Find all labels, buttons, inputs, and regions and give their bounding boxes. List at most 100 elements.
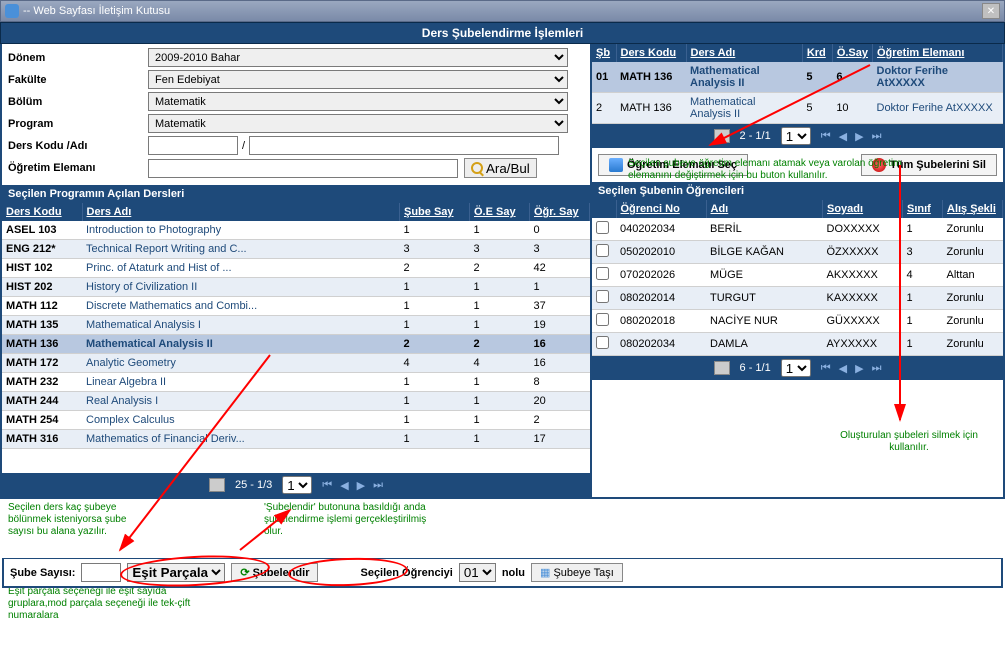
student-checkbox[interactable] <box>596 290 609 303</box>
first-page-icon[interactable]: ⏮ <box>821 130 831 143</box>
ogretim-elemani-input[interactable] <box>148 159 458 178</box>
pager-info: 6 - 1/1 <box>740 362 771 374</box>
print-icon[interactable] <box>714 129 730 143</box>
col-soyad[interactable]: Soyadı <box>827 203 863 215</box>
program-label: Program <box>8 118 148 130</box>
hint-delete: Oluşturulan şubeleri silmek için kullanı… <box>834 430 984 454</box>
student-checkbox[interactable] <box>596 267 609 280</box>
hint-subelendir: 'Şubelendir' butonuna basıldığı anda şub… <box>264 502 444 538</box>
search-button[interactable]: Ara/Bul <box>464 158 537 178</box>
slash-sep: / <box>242 140 245 152</box>
col-ogrno[interactable]: Öğrenci No <box>621 203 680 215</box>
student-checkbox[interactable] <box>596 244 609 257</box>
course-row[interactable]: MATH 112Discrete Mathematics and Combi..… <box>2 297 590 316</box>
search-icon <box>471 162 483 174</box>
course-row[interactable]: ENG 212*Technical Report Writing and C..… <box>2 240 590 259</box>
nolu-select[interactable]: 01 <box>459 563 496 582</box>
first-page-icon[interactable]: ⏮ <box>821 362 831 375</box>
sube-sayisi-input[interactable] <box>81 563 121 582</box>
prev-page-icon[interactable]: ◀ <box>839 362 847 375</box>
grid-icon: ▦ <box>540 566 550 579</box>
col-osay[interactable]: Ö.Say <box>837 47 868 59</box>
student-checkbox[interactable] <box>596 313 609 326</box>
course-row[interactable]: ASEL 103Introduction to Photography110 <box>2 221 590 240</box>
page-title: Ders Şubelendirme İşlemleri <box>0 22 1005 44</box>
app-icon <box>5 4 19 18</box>
subeye-tasi-button[interactable]: ▦Şubeye Taşı <box>531 563 623 582</box>
program-select[interactable]: Matematik <box>148 114 568 133</box>
fakulte-select[interactable]: Fen Edebiyat <box>148 70 568 89</box>
col-ad[interactable]: Adı <box>711 203 729 215</box>
student-checkbox[interactable] <box>596 221 609 234</box>
first-page-icon[interactable]: ⏮ <box>322 479 332 492</box>
course-row[interactable]: MATH 232Linear Algebra II118 <box>2 373 590 392</box>
col-sec-kod[interactable]: Ders Kodu <box>621 47 677 59</box>
student-row[interactable]: 080202014TURGUTKAXXXXX1Zorunlu <box>592 287 1003 310</box>
last-page-icon[interactable]: ⏭ <box>872 362 882 375</box>
hint-sube-count: Seçilen ders kaç şubeye bölünmek isteniy… <box>8 502 128 538</box>
col-krd[interactable]: Krd <box>807 47 826 59</box>
prev-page-icon[interactable]: ◀ <box>839 130 847 143</box>
course-row[interactable]: MATH 136Mathematical Analysis II2216 <box>2 335 590 354</box>
col-ogrsay[interactable]: Öğr. Say <box>534 206 579 218</box>
bolum-select[interactable]: Matematik <box>148 92 568 111</box>
ogretim-label: Öğretim Elemanı <box>8 162 148 174</box>
last-page-icon[interactable]: ⏭ <box>872 130 882 143</box>
sections-pager: 2 - 1/1 1 ⏮ ◀ ▶ ⏭ <box>592 124 1003 148</box>
course-row[interactable]: HIST 102Princ. of Ataturk and Hist of ..… <box>2 259 590 278</box>
last-page-icon[interactable]: ⏭ <box>373 479 383 492</box>
pager-info: 25 - 1/3 <box>235 479 272 491</box>
section-row[interactable]: 2MATH 136Mathematical Analysis II510Dokt… <box>592 93 1003 124</box>
refresh-icon: ⟳ <box>240 566 249 579</box>
prev-page-icon[interactable]: ◀ <box>340 479 348 492</box>
bottom-toolbar: Şube Sayısı: Eşit Parçala ⟳Şubelendir Se… <box>2 558 1003 588</box>
parcala-select[interactable]: Eşit Parçala <box>127 563 225 582</box>
print-icon[interactable] <box>714 361 730 375</box>
course-row[interactable]: MATH 254Complex Calculus112 <box>2 411 590 430</box>
col-derskodu[interactable]: Ders Kodu <box>6 206 62 218</box>
print-icon[interactable] <box>209 478 225 492</box>
col-sb[interactable]: Şb <box>596 47 610 59</box>
student-row[interactable]: 080202034DAMLAAYXXXXX1Zorunlu <box>592 333 1003 356</box>
next-page-icon[interactable]: ▶ <box>357 479 365 492</box>
next-page-icon[interactable]: ▶ <box>855 130 863 143</box>
subelendir-button[interactable]: ⟳Şubelendir <box>231 563 318 582</box>
col-oe[interactable]: Öğretim Elemanı <box>877 47 964 59</box>
fakulte-label: Fakülte <box>8 74 148 86</box>
students-pager: 6 - 1/1 1 ⏮ ◀ ▶ ⏭ <box>592 356 1003 380</box>
ders-kodu-input[interactable] <box>148 136 238 155</box>
window-close-button[interactable]: ✕ <box>982 3 1000 19</box>
donem-label: Dönem <box>8 52 148 64</box>
students-section-header: Seçilen Şubenin Öğrencileri <box>592 182 1003 200</box>
col-subesay[interactable]: Şube Say <box>404 206 454 218</box>
col-sec-ad[interactable]: Ders Adı <box>691 47 736 59</box>
window-titlebar: -- Web Sayfası İletişim Kutusu ✕ <box>0 0 1005 22</box>
hint-assign: Seçilen şubeye öğretim elemanı atamak ve… <box>628 158 928 182</box>
student-row[interactable]: 070202026MÜGEAKXXXXX4Alttan <box>592 264 1003 287</box>
course-row[interactable]: HIST 202History of Civilization II111 <box>2 278 590 297</box>
donem-select[interactable]: 2009-2010 Bahar <box>148 48 568 67</box>
sube-sayisi-label: Şube Sayısı: <box>10 567 75 579</box>
page-select[interactable]: 1 <box>282 476 312 494</box>
next-page-icon[interactable]: ▶ <box>855 362 863 375</box>
course-row[interactable]: MATH 172Analytic Geometry4416 <box>2 354 590 373</box>
student-checkbox[interactable] <box>596 336 609 349</box>
col-oesay[interactable]: Ö.E Say <box>474 206 516 218</box>
bolum-label: Bölüm <box>8 96 148 108</box>
course-row[interactable]: MATH 135Mathematical Analysis I1119 <box>2 316 590 335</box>
col-sinif[interactable]: Sınıf <box>907 203 931 215</box>
student-row[interactable]: 050202010BİLGE KAĞANÖZXXXXX3Zorunlu <box>592 241 1003 264</box>
section-row[interactable]: 01MATH 136Mathematical Analysis II56Dokt… <box>592 62 1003 93</box>
student-row[interactable]: 080202018NACİYE NURGÜXXXXX1Zorunlu <box>592 310 1003 333</box>
secilen-label: Seçilen Öğrenciyi <box>360 567 452 579</box>
col-alis[interactable]: Alış Şekli <box>947 203 996 215</box>
col-dersadi[interactable]: Ders Adı <box>87 206 132 218</box>
student-row[interactable]: 040202034BERİLDOXXXXX1Zorunlu <box>592 218 1003 241</box>
ders-adi-input[interactable] <box>249 136 559 155</box>
pager-info: 2 - 1/1 <box>740 130 771 142</box>
page-select[interactable]: 1 <box>781 359 811 377</box>
page-select[interactable]: 1 <box>781 127 811 145</box>
course-row[interactable]: MATH 316Mathematics of Financial Deriv..… <box>2 430 590 449</box>
sections-table: Şb Ders Kodu Ders Adı Krd Ö.Say Öğretim … <box>592 44 1003 124</box>
course-row[interactable]: MATH 244Real Analysis I1120 <box>2 392 590 411</box>
